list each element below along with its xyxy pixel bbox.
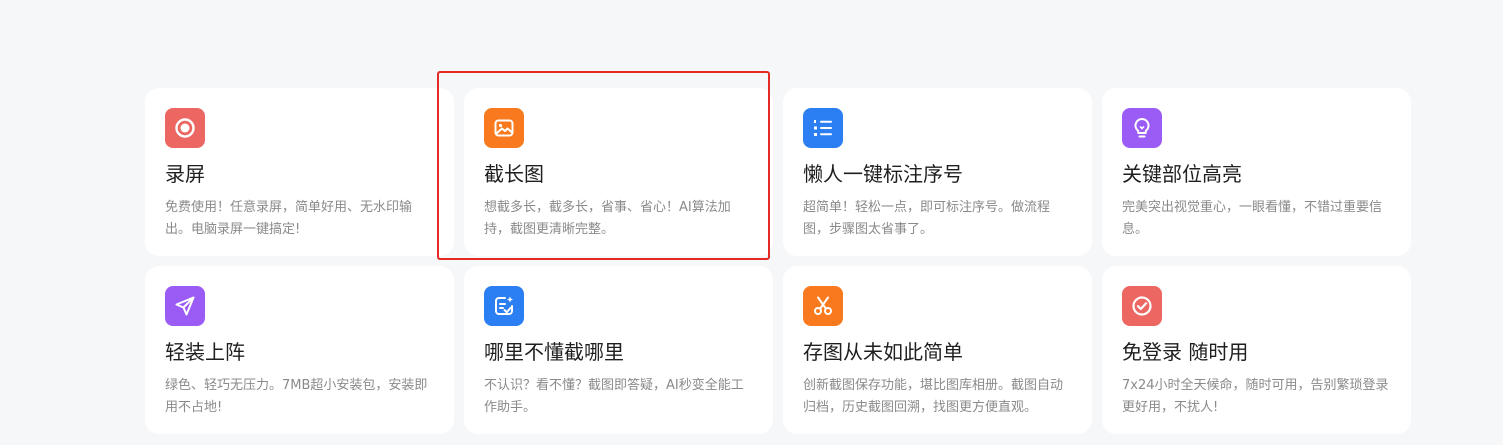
feature-card-no-login[interactable]: 免登录 随时用 7x24小时全天候命，随时可用，告别繁琐登录更好用，不扰人! (1102, 266, 1411, 434)
paper-plane-icon-badge (165, 286, 205, 326)
numbered-list-icon-badge (803, 108, 843, 148)
feature-card-numbering[interactable]: 懒人一键标注序号 超简单！轻松一点，即可标注序号。做流程图，步骤图太省事了。 (783, 88, 1092, 256)
feature-card-highlight[interactable]: 关键部位高亮 完美突出视觉重心，一眼看懂，不错过重要信息。 (1102, 88, 1411, 256)
feature-card-lightweight[interactable]: 轻装上阵 绿色、轻巧无压力。7MB超小安装包，安装即用不占地! (145, 266, 454, 434)
lightbulb-icon-badge (1122, 108, 1162, 148)
feature-title: 哪里不懂截哪里 (484, 340, 624, 364)
paper-plane-icon (175, 296, 195, 316)
check-circle-icon-badge (1122, 286, 1162, 326)
lightbulb-icon (1134, 117, 1150, 138)
feature-title: 关键部位高亮 (1122, 162, 1242, 186)
feature-title: 轻装上阵 (165, 340, 245, 364)
record-icon (175, 118, 195, 138)
numbered-list-icon (814, 120, 832, 136)
feature-grid: 录屏 免费使用！任意录屏，简单好用、无水印输出。电脑录屏一键搞定! 截长图 想截… (145, 88, 1411, 434)
feature-title: 录屏 (165, 162, 205, 186)
feature-card-ask-anything[interactable]: 哪里不懂截哪里 不认识？看不懂？截图即答疑，AI秒变全能工作助手。 (464, 266, 773, 434)
feature-description: 7x24小时全天候命，随时可用，告别繁琐登录更好用，不扰人! (1122, 378, 1389, 415)
long-screenshot-icon-badge (484, 108, 524, 148)
feature-description: 免费使用！任意录屏，简单好用、无水印输出。电脑录屏一键搞定! (165, 200, 413, 237)
check-circle-icon (1132, 296, 1152, 316)
feature-title: 存图从未如此简单 (803, 340, 963, 364)
feature-description: 创新截图保存功能，堪比图库相册。截图自动归档，历史截图回溯，找图更方便直观。 (803, 378, 1064, 415)
feature-description: 完美突出视觉重心，一眼看懂，不错过重要信息。 (1122, 200, 1383, 237)
scissors-icon-badge (803, 286, 843, 326)
long-screenshot-icon (494, 119, 514, 137)
feature-description: 想截多长，截多长，省事、省心！AI算法加持，截图更清晰完整。 (484, 200, 731, 237)
ai-notes-icon-badge (484, 286, 524, 326)
record-icon-badge (165, 108, 205, 148)
feature-description: 绿色、轻巧无压力。7MB超小安装包，安装即用不占地! (165, 378, 428, 415)
feature-description: 不认识？看不懂？截图即答疑，AI秒变全能工作助手。 (484, 378, 744, 415)
scissors-icon (814, 296, 832, 315)
feature-title: 免登录 随时用 (1122, 340, 1249, 364)
feature-card-record[interactable]: 录屏 免费使用！任意录屏，简单好用、无水印输出。电脑录屏一键搞定! (145, 88, 454, 256)
feature-card-long-screenshot[interactable]: 截长图 想截多长，截多长，省事、省心！AI算法加持，截图更清晰完整。 (464, 88, 773, 256)
feature-title: 懒人一键标注序号 (803, 162, 963, 186)
ai-notes-icon (495, 296, 513, 315)
feature-card-save[interactable]: 存图从未如此简单 创新截图保存功能，堪比图库相册。截图自动归档，历史截图回溯，找… (783, 266, 1092, 434)
feature-description: 超简单！轻松一点，即可标注序号。做流程图，步骤图太省事了。 (803, 200, 1051, 237)
feature-title: 截长图 (484, 162, 544, 186)
